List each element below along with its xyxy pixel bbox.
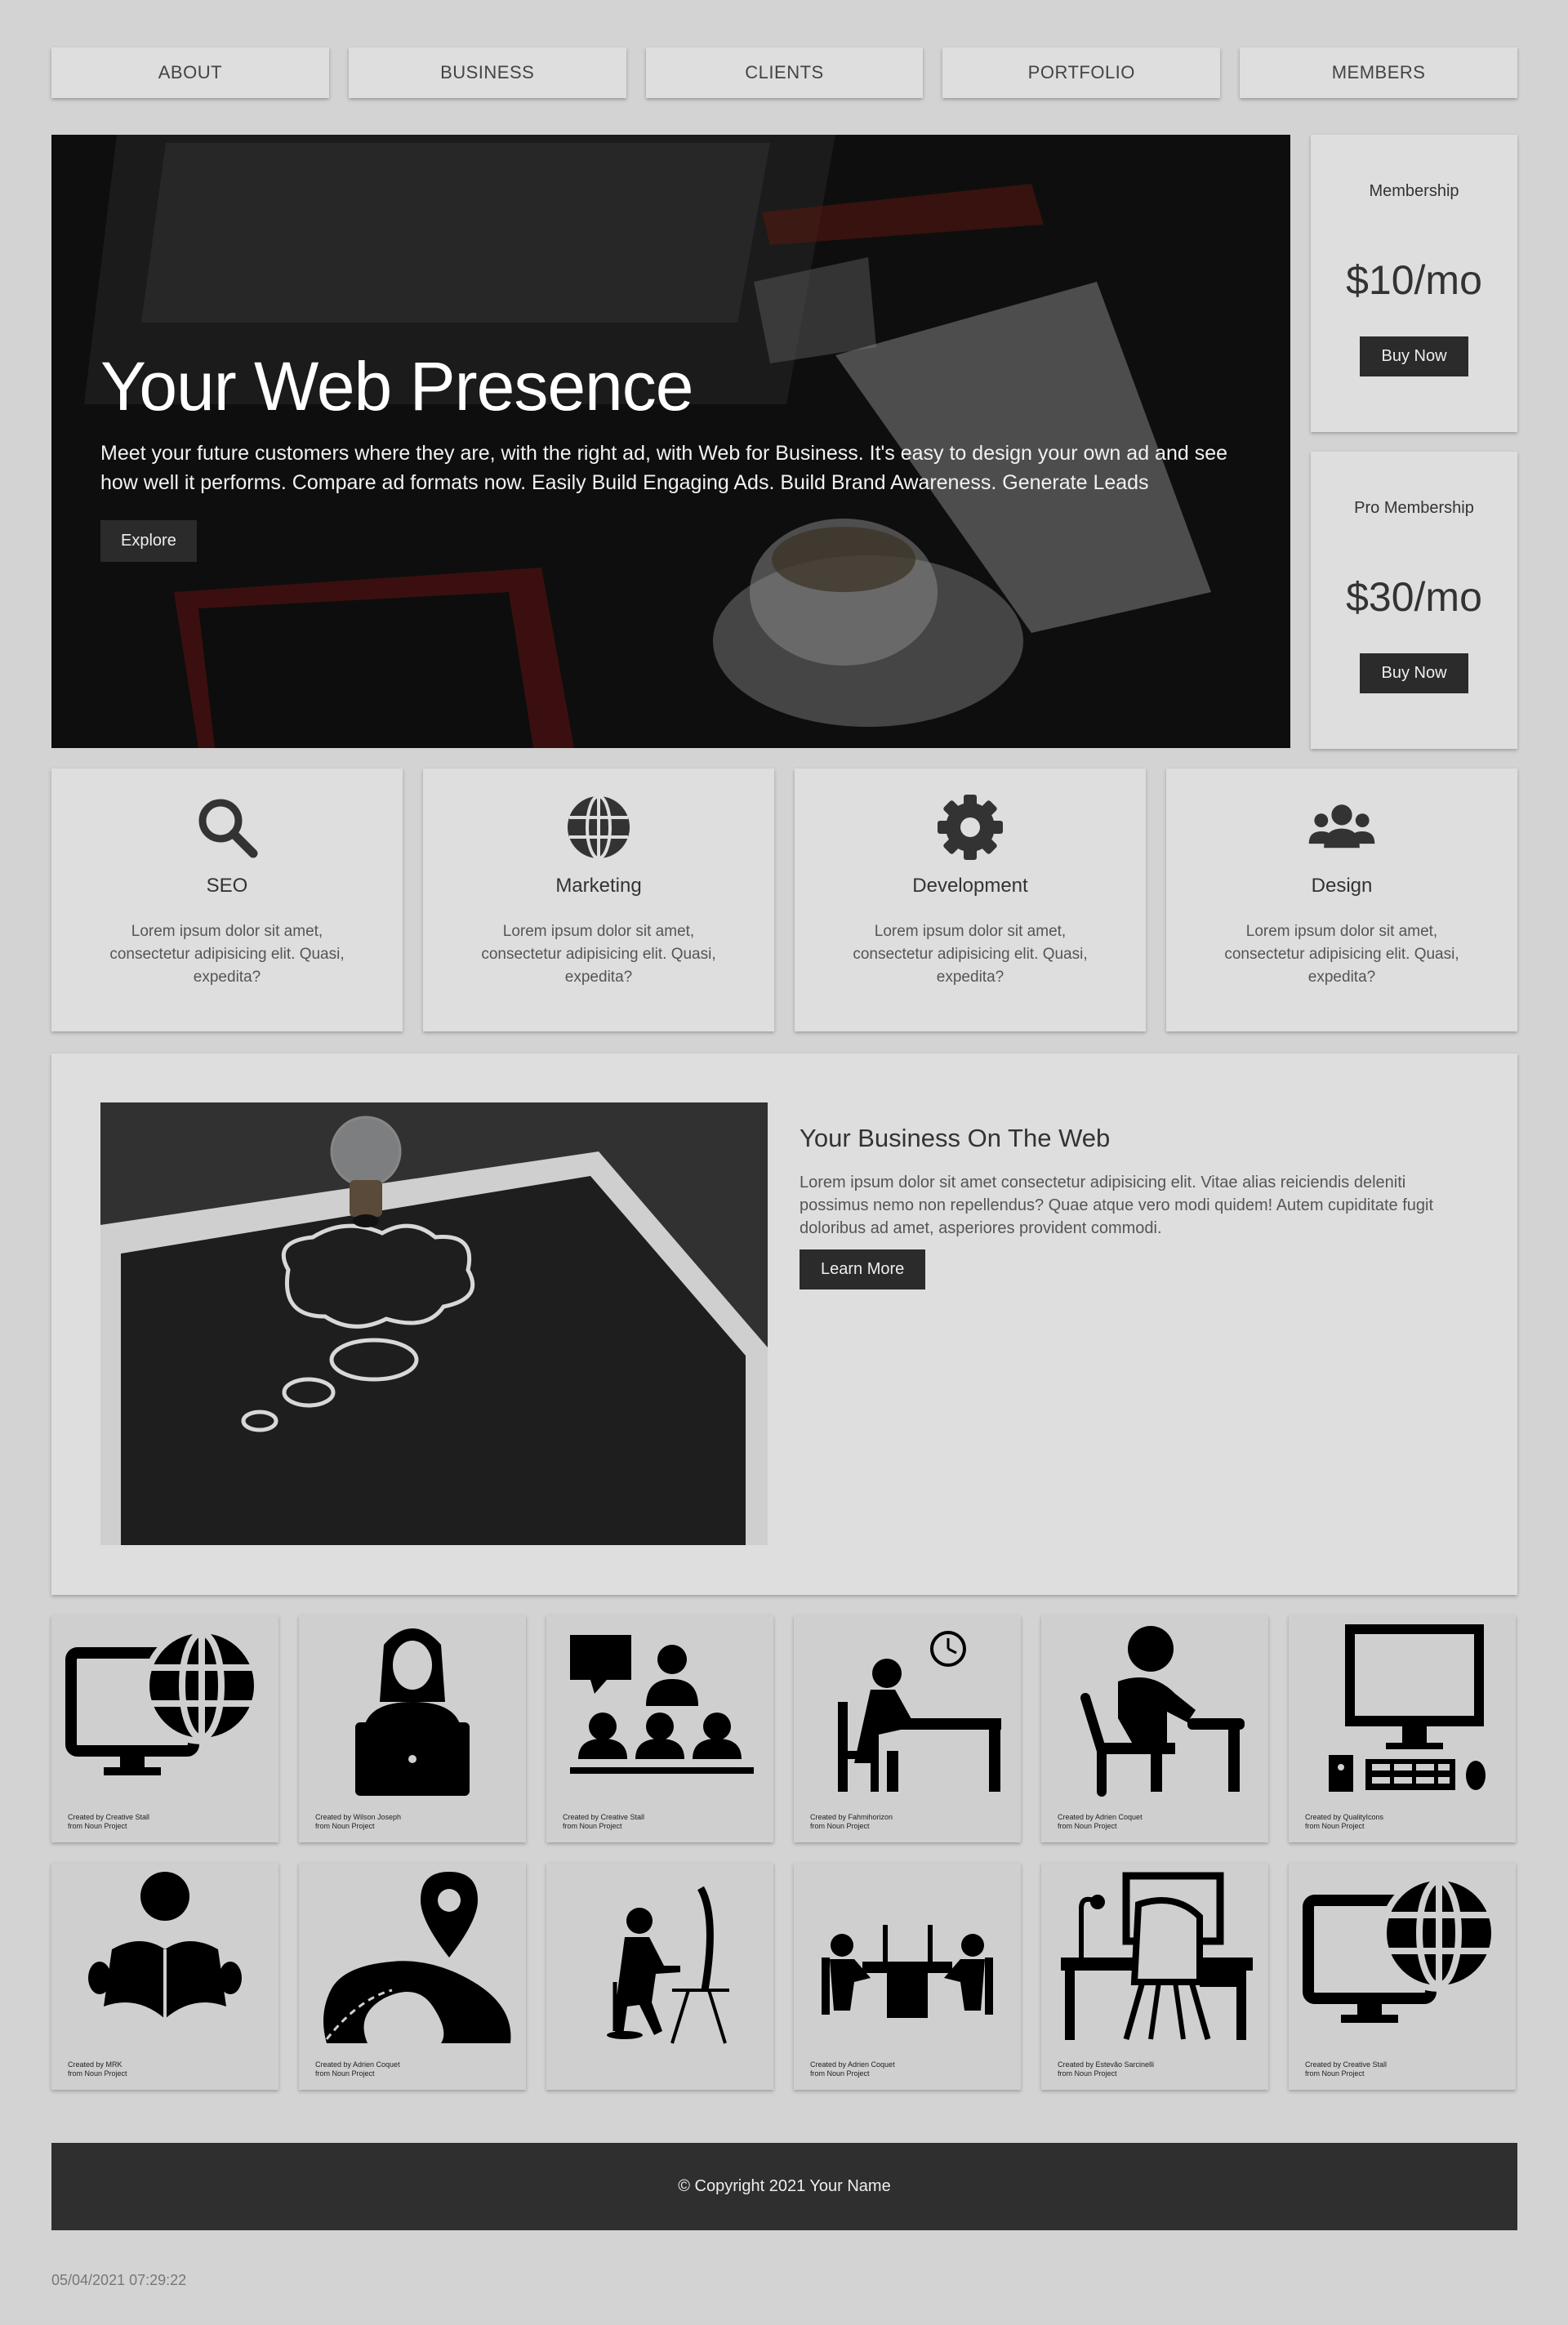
search-icon xyxy=(198,799,258,858)
pricing-card-pro-membership: Pro Membership $30/mo Buy Now xyxy=(1311,452,1517,749)
feature-card-seo: SEO Lorem ipsum dolor sit amet, consecte… xyxy=(51,768,403,1031)
icon-tile[interactable]: Created by Fahmihorizon from Noun Project xyxy=(794,1615,1021,1842)
pricing-plan-name: Membership xyxy=(1369,182,1459,200)
icon-credit: Created by QualityIcons from Noun Project xyxy=(1305,1813,1384,1830)
feature-title: Marketing xyxy=(555,875,642,897)
buy-now-button[interactable]: Buy Now xyxy=(1360,653,1468,693)
icon-tile[interactable]: Created by Estevão Sarcinelli from Noun P… xyxy=(1041,1863,1268,2090)
icon-gallery: Created by Creative Stall from Noun Proje… xyxy=(51,1615,1517,2090)
feature-title: Development xyxy=(912,875,1028,897)
nav-clients-button[interactable]: CLIENTS xyxy=(645,47,924,98)
feature-card-design: Design Lorem ipsum dolor sit amet, conse… xyxy=(1166,768,1517,1031)
feature-text: Lorem ipsum dolor sit amet, consectetur … xyxy=(481,923,716,986)
presentation-icon xyxy=(570,1635,754,1774)
nav-about-button[interactable]: ABOUT xyxy=(51,47,329,98)
person-computer-icon xyxy=(607,1886,729,2044)
feature-text: Lorem ipsum dolor sit amet, consectetur … xyxy=(1224,923,1459,986)
meeting-table-icon xyxy=(822,1925,993,2018)
workspace-desk-icon xyxy=(1061,1872,1253,2040)
computer-globe-icon xyxy=(1303,1874,1498,2023)
icon-tile[interactable]: Created by MRK from Noun Project xyxy=(51,1863,278,2090)
nav-members-button[interactable]: MEMBERS xyxy=(1240,47,1517,98)
feature-title: SEO xyxy=(206,875,248,897)
nav-portfolio-button[interactable]: PORTFOLIO xyxy=(942,47,1221,98)
icon-tile[interactable]: Created by Creative Stall from Noun Proje… xyxy=(546,1615,773,1842)
person-desk-clock-icon xyxy=(838,1631,1001,1792)
nav-business-button[interactable]: BUSINESS xyxy=(348,47,626,98)
feature-text: Lorem ipsum dolor sit amet, consectetur … xyxy=(109,923,345,986)
icon-tile[interactable]: Created by Adrien Coquet from Noun Projec… xyxy=(1041,1615,1268,1842)
icon-tile[interactable]: Created by Adrien Coquet from Noun Projec… xyxy=(794,1863,1021,2090)
icon-credit: Created by Creative Stall from Noun Proje… xyxy=(68,1813,150,1830)
icon-credit: Created by Creative Stall from Noun Proje… xyxy=(1305,2060,1388,2078)
pricing-plan-name: Pro Membership xyxy=(1354,499,1474,517)
globe-icon xyxy=(568,795,630,860)
feature-text: Lorem ipsum dolor sit amet, consectetur … xyxy=(853,923,1088,986)
explore-button[interactable]: Explore xyxy=(100,520,197,563)
footer: © Copyright 2021 Your Name xyxy=(51,2143,1517,2230)
computer-globe-icon xyxy=(65,1627,261,1775)
business-content: Your Business On The Web Lorem ipsum dol… xyxy=(800,1124,1477,1289)
icon-tile[interactable] xyxy=(546,1863,773,2090)
pricing-plan-price: $30/mo xyxy=(1346,574,1482,620)
hero-title: Your Web Presence xyxy=(100,348,693,425)
icon-credit: Created by Adrien Coquet from Noun Projec… xyxy=(810,2060,895,2078)
icon-tile[interactable]: Created by Creative Stall from Noun Proje… xyxy=(51,1615,278,1842)
timestamp: 05/04/2021 07:29:22 xyxy=(51,2272,187,2288)
icon-tile[interactable]: Created by Creative Stall from Noun Proje… xyxy=(1289,1863,1516,2090)
feature-card-development: Development Lorem ipsum dolor sit amet, … xyxy=(795,768,1146,1031)
desktop-computer-icon xyxy=(1329,1624,1486,1792)
icon-credit: Created by Wilson Joseph from Noun Projec… xyxy=(315,1813,402,1830)
buy-now-button[interactable]: Buy Now xyxy=(1360,336,1468,376)
pricing-card-membership: Membership $10/mo Buy Now xyxy=(1311,135,1517,432)
business-section: Your Business On The Web Lorem ipsum dol… xyxy=(51,1053,1517,1595)
icon-credit: Created by MRK from Noun Project xyxy=(68,2060,127,2078)
hero-content: Your Web Presence Meet your future custo… xyxy=(100,348,1244,563)
icon-tile[interactable]: Created by Wilson Joseph from Noun Projec… xyxy=(299,1615,526,1842)
gear-icon xyxy=(938,795,1003,860)
learn-more-button[interactable]: Learn More xyxy=(800,1249,926,1289)
icon-credit: Created by Estevão Sarcinelli from Noun P… xyxy=(1058,2060,1155,2078)
feature-card-marketing: Marketing Lorem ipsum dolor sit amet, co… xyxy=(423,768,774,1031)
pricing-plan-price: $10/mo xyxy=(1346,257,1482,303)
lightbulb-chalkboard-image xyxy=(100,1102,768,1545)
hero-section: Your Web Presence Meet your future custo… xyxy=(51,135,1290,748)
users-icon xyxy=(1308,804,1375,848)
icon-credit: Created by Adrien Coquet from Noun Projec… xyxy=(1058,1813,1143,1830)
business-title: Your Business On The Web xyxy=(800,1124,1111,1152)
person-writing-icon xyxy=(1080,1626,1245,1797)
icon-tile[interactable]: Created by QualityIcons from Noun Project xyxy=(1289,1615,1516,1842)
person-reading-icon xyxy=(88,1872,242,2019)
woman-laptop-icon xyxy=(355,1628,470,1796)
icon-tile[interactable]: Created by Adrien Coquet from Noun Projec… xyxy=(299,1863,526,2090)
icon-credit: Created by Fahmihorizon from Noun Project xyxy=(810,1813,893,1830)
icon-credit: Created by Creative Stall from Noun Proje… xyxy=(563,1813,645,1830)
feature-title: Design xyxy=(1311,875,1373,897)
features-section: SEO Lorem ipsum dolor sit amet, consecte… xyxy=(51,768,1517,1031)
main-nav: ABOUT BUSINESS CLIENTS PORTFOLIO MEMBERS xyxy=(51,47,1517,98)
road-location-icon xyxy=(323,1872,511,2043)
icon-credit: Created by Adrien Coquet from Noun Projec… xyxy=(315,2060,400,2078)
business-description: Lorem ipsum dolor sit amet consectetur a… xyxy=(800,1174,1434,1237)
copyright-text: © Copyright 2021 Your Name xyxy=(678,2177,891,2195)
hero-description: Meet your future customers where they ar… xyxy=(100,442,1228,495)
